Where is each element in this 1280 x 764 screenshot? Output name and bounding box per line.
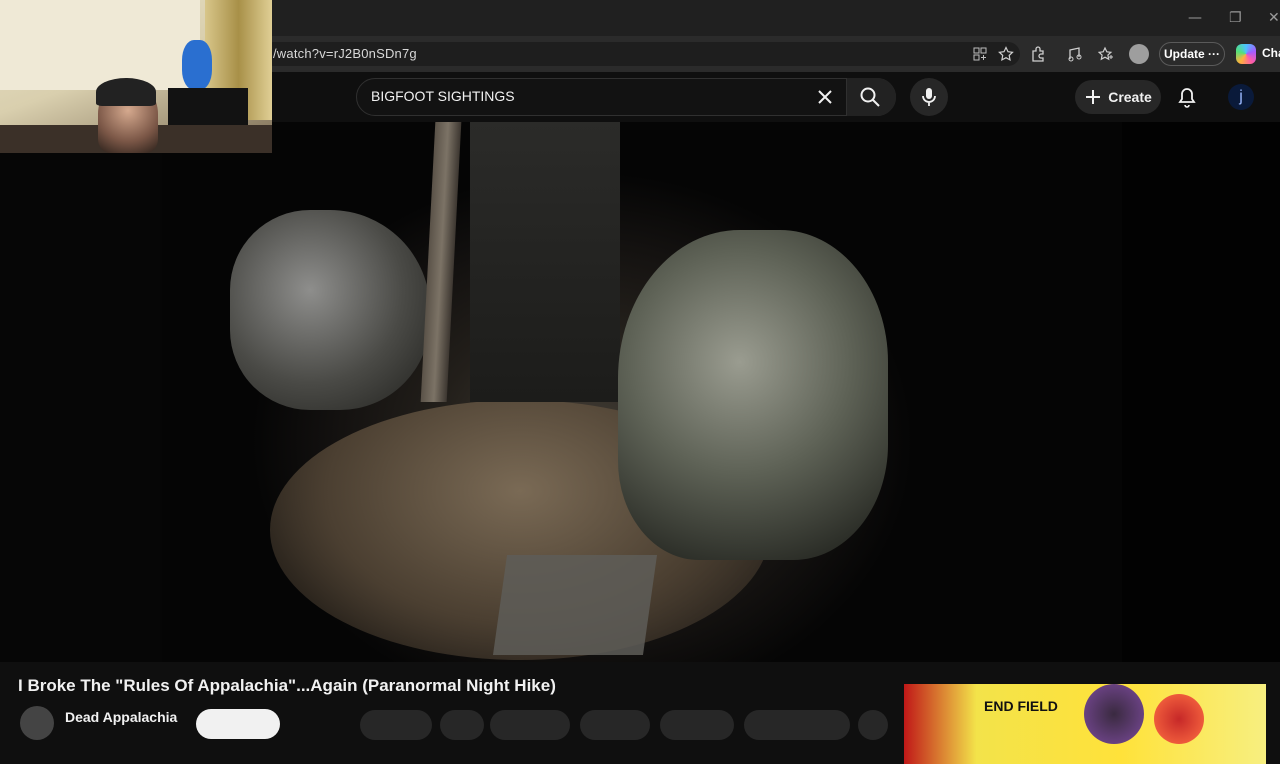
app-available-icon[interactable] <box>970 44 990 64</box>
share-button[interactable] <box>440 710 484 740</box>
create-button-label: Create <box>1108 89 1152 105</box>
close-window-button[interactable]: ✕ <box>1268 10 1280 26</box>
copilot-label[interactable]: Cha <box>1262 46 1280 60</box>
favorite-star-icon[interactable] <box>996 44 1016 64</box>
player-letterbox-left <box>0 153 162 662</box>
ad-text: END FIELD <box>984 698 1058 714</box>
more-actions-button[interactable] <box>858 710 888 740</box>
sidebar-ad-banner[interactable]: END FIELD <box>904 684 1266 764</box>
download-button[interactable] <box>580 710 650 740</box>
voice-search-button[interactable] <box>910 78 948 116</box>
update-button[interactable]: Update ··· <box>1159 42 1225 66</box>
create-button[interactable]: Create <box>1075 80 1161 114</box>
video-left-boulder <box>230 210 430 410</box>
microphone-icon <box>922 88 936 106</box>
ad-character-one <box>1084 684 1144 744</box>
clip-button[interactable] <box>660 710 734 740</box>
webcam-wall <box>0 0 200 90</box>
search-icon <box>860 87 880 107</box>
clear-search-icon[interactable] <box>812 84 838 110</box>
profile-icon[interactable] <box>1129 44 1149 64</box>
video-stone-slab <box>492 555 658 655</box>
restore-button[interactable]: ❐ <box>1229 10 1242 26</box>
subscribe-button[interactable] <box>196 709 280 739</box>
save-button[interactable] <box>744 710 850 740</box>
favorites-icon[interactable] <box>1096 44 1116 64</box>
video-right-boulder <box>618 230 888 560</box>
copilot-icon[interactable] <box>1236 44 1256 64</box>
webcam-blue-object <box>182 40 212 90</box>
minimize-button[interactable]: — <box>1188 10 1202 26</box>
like-dislike-button[interactable] <box>360 710 432 740</box>
video-dark-rock <box>470 122 620 402</box>
webcam-overlay <box>0 0 272 153</box>
notifications-bell-icon[interactable] <box>1174 84 1200 110</box>
search-query[interactable]: BIGFOOT SIGHTINGS <box>371 88 515 104</box>
search-button[interactable] <box>846 78 896 116</box>
avatar-initial: j <box>1239 88 1243 105</box>
webcam-headset <box>96 78 156 106</box>
video-title: I Broke The "Rules Of Appalachia"...Agai… <box>18 676 556 695</box>
channel-avatar[interactable] <box>20 706 54 740</box>
webcam-monitor <box>168 88 248 128</box>
plus-icon <box>1086 90 1101 104</box>
ad-character-two <box>1154 694 1204 744</box>
channel-name[interactable]: Dead Appalachia <box>65 709 177 725</box>
player-letterbox-right <box>1122 122 1280 662</box>
update-button-label: Update ··· <box>1164 47 1220 61</box>
browser-essentials-icon[interactable] <box>1065 44 1085 64</box>
address-bar-url[interactable]: /watch?v=rJ2B0nSDn7g <box>273 46 417 61</box>
account-avatar[interactable]: j <box>1228 84 1254 110</box>
remix-button[interactable] <box>490 710 570 740</box>
extensions-icon[interactable] <box>1028 44 1048 64</box>
